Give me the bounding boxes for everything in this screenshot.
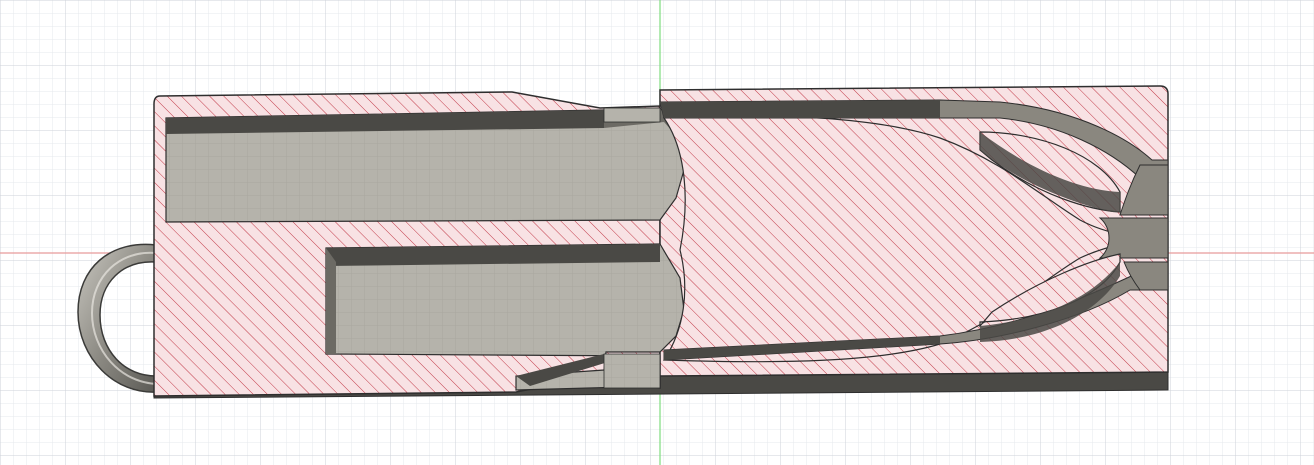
- split-bridge-bottom: [603, 353, 661, 389]
- upper-slot-cavity: [165, 107, 685, 223]
- cad-canvas[interactable]: [0, 0, 1314, 465]
- center-junction: [1098, 217, 1169, 259]
- split-bridge-top: [603, 107, 661, 123]
- cad-viewport[interactable]: [0, 0, 1314, 465]
